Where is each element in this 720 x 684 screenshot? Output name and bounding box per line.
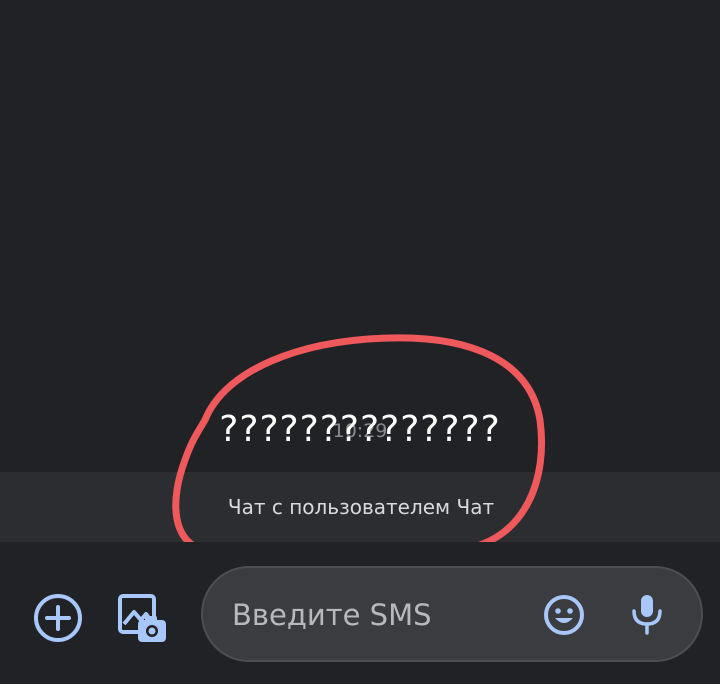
sms-input-field[interactable]: Введите SMS (201, 566, 703, 662)
message-list[interactable]: 10:29 ?????????????? (0, 0, 720, 472)
gallery-button[interactable] (114, 590, 170, 646)
sms-input-placeholder: Введите SMS (232, 598, 432, 632)
microphone-icon (632, 595, 662, 635)
composer-bar: Введите SMS (0, 542, 720, 684)
emoji-button[interactable] (543, 594, 585, 636)
messaging-screen: 10:29 ?????????????? Чат с пользователем… (0, 0, 720, 684)
voice-input-button[interactable] (627, 592, 667, 636)
chat-info-text: Чат с пользователем Чат (227, 495, 495, 519)
chat-info-banner: Чат с пользователем Чат (0, 472, 720, 542)
message-text[interactable]: ?????????????? (0, 409, 720, 450)
add-attachment-button[interactable] (32, 592, 84, 644)
emoji-icon (544, 595, 584, 635)
add-circle-icon (34, 594, 82, 642)
gallery-camera-icon (118, 594, 166, 642)
